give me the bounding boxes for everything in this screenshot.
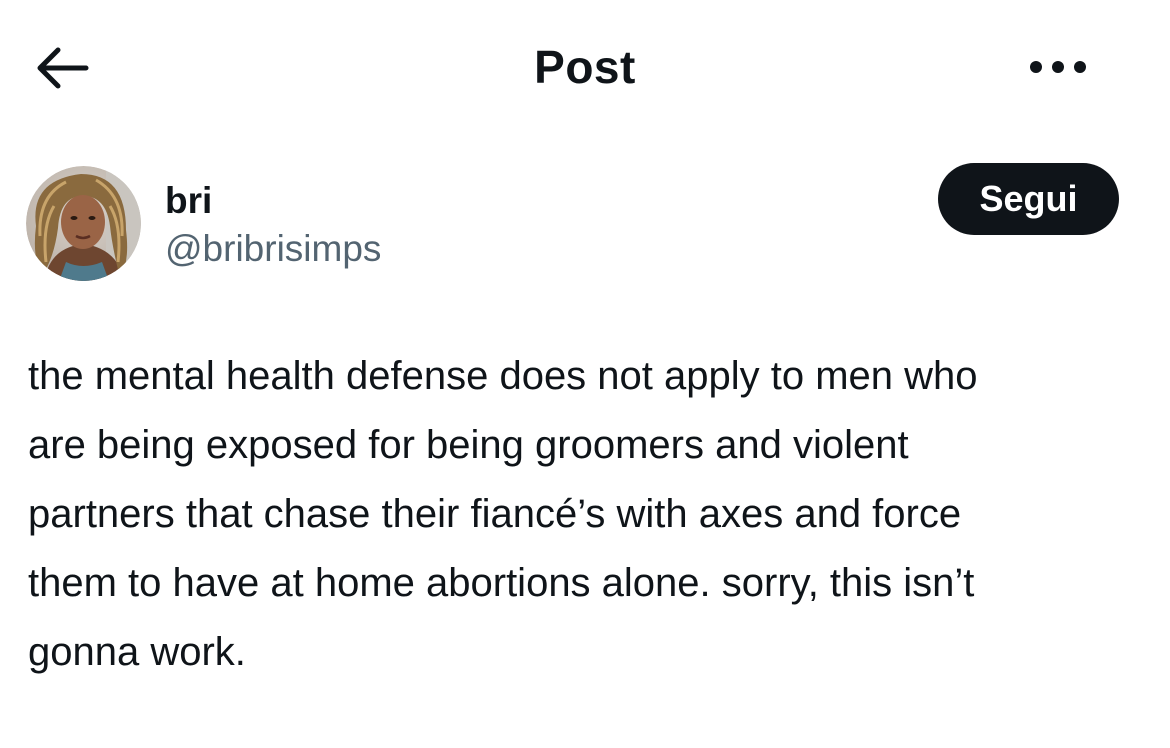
post-author: bri @bribrisimps Segui (0, 160, 1170, 290)
more-options-button[interactable] (1020, 44, 1096, 90)
avatar[interactable] (26, 166, 141, 281)
post-text: the mental health defense does not apply… (28, 354, 978, 674)
avatar-image (26, 166, 141, 281)
author-display-name[interactable]: bri (165, 180, 212, 222)
author-handle[interactable]: @bribrisimps (165, 228, 381, 270)
page-title: Post (534, 41, 636, 93)
follow-button[interactable]: Segui (938, 163, 1119, 235)
more-horizontal-icon (1030, 61, 1086, 73)
top-bar: Post (0, 0, 1170, 134)
